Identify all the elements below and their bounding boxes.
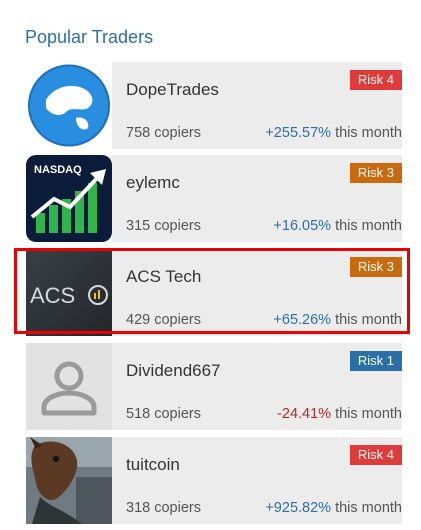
risk-badge: Risk 4 xyxy=(349,445,402,465)
popular-traders-panel: Popular Traders DopeTrades Risk 4 758 co… xyxy=(0,0,421,530)
copiers-count: 318 copiers xyxy=(126,500,201,516)
section-title: Popular Traders xyxy=(25,27,154,47)
risk-badge: Risk 3 xyxy=(349,163,402,183)
copiers-count: 315 copiers xyxy=(126,218,201,234)
performance-period: this month xyxy=(335,500,402,516)
performance-period: this month xyxy=(335,218,402,234)
performance-percent: -24.41% xyxy=(277,406,332,422)
performance-percent: +255.57% xyxy=(265,125,332,141)
trader-name[interactable]: DopeTrades xyxy=(126,80,219,100)
copiers-count: 518 copiers xyxy=(126,406,201,422)
monthly-performance: +16.05% this month xyxy=(273,218,402,234)
default-user-icon[interactable] xyxy=(26,343,112,430)
horse-mask-photo-icon[interactable] xyxy=(26,437,112,524)
performance-percent: +925.82% xyxy=(265,500,332,516)
performance-period: this month xyxy=(335,125,402,141)
nasdaq-chart-icon[interactable]: NASDAQ xyxy=(26,155,112,242)
trader-card-tuitcoin[interactable]: tuitcoin Risk 4 318 copiers +925.82% thi… xyxy=(26,437,402,524)
trader-card-dopetrades[interactable]: DopeTrades Risk 4 758 copiers +255.57% t… xyxy=(26,62,402,149)
trader-card-dividend667[interactable]: Dividend667 Risk 1 518 copiers -24.41% t… xyxy=(26,343,402,430)
trader-name[interactable]: eylemc xyxy=(126,173,180,193)
monthly-performance: +255.57% this month xyxy=(265,125,402,141)
monthly-performance: +925.82% this month xyxy=(265,500,402,516)
highlight-box xyxy=(14,248,410,334)
trader-name[interactable]: Dividend667 xyxy=(126,361,221,381)
globe-icon[interactable] xyxy=(26,62,112,149)
risk-badge: Risk 1 xyxy=(349,351,402,371)
risk-badge: Risk 4 xyxy=(349,70,402,90)
copiers-count: 758 copiers xyxy=(126,125,201,141)
monthly-performance: -24.41% this month xyxy=(277,406,402,422)
performance-period: this month xyxy=(335,406,402,422)
nasdaq-logo-text: NASDAQ xyxy=(34,164,82,176)
trader-name[interactable]: tuitcoin xyxy=(126,455,180,475)
performance-percent: +16.05% xyxy=(273,218,332,234)
trader-card-eylemc[interactable]: NASDAQ eylemc Risk 3 315 copiers +16.05%… xyxy=(26,155,402,242)
